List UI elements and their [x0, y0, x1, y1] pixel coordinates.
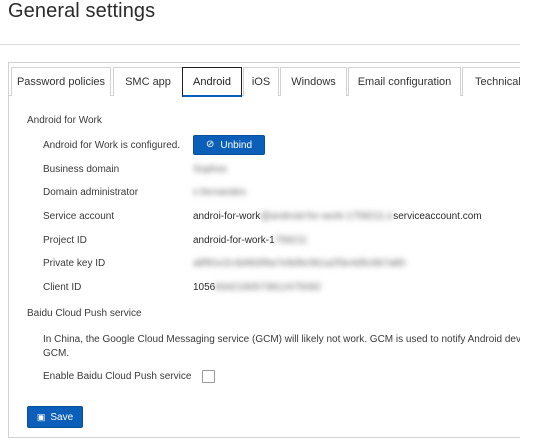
tab-android[interactable]: Android: [182, 67, 242, 97]
tab-label: Password policies: [16, 76, 106, 88]
tab-label: SMC app: [125, 76, 171, 88]
baidu-description-line2: GCM.: [43, 348, 70, 359]
tab-ios[interactable]: iOS: [243, 67, 279, 96]
tab-email-configuration[interactable]: Email configuration: [348, 67, 461, 96]
project-id-label: Project ID: [43, 235, 87, 246]
tab-label: Android: [193, 75, 231, 88]
save-label: Save: [50, 411, 74, 423]
domain-administrator-label: Domain administrator: [43, 187, 139, 198]
project-id-value: android-for-work-1758211: [193, 235, 307, 246]
android-for-work-status: Android for Work is configured.: [43, 140, 181, 151]
enable-baidu-label: Enable Baidu Cloud Push service: [43, 371, 192, 382]
header-divider: [0, 44, 520, 45]
business-domain-value: Sophos: [193, 164, 227, 175]
unbind-button[interactable]: ⊘ Unbind: [193, 135, 265, 155]
business-domain-label: Business domain: [43, 164, 120, 175]
tab-smc-app[interactable]: SMC app: [113, 67, 183, 96]
tab-password-policies[interactable]: Password policies: [11, 67, 111, 96]
client-id-value: 10568342190573812475092: [193, 282, 321, 293]
settings-panel: Password policies SMC app Android iOS Wi…: [8, 62, 520, 438]
floppy-disk-icon: ▣: [36, 411, 46, 422]
android-for-work-section-title: Android for Work: [27, 115, 102, 126]
project-id-start: android-for-work-1: [193, 235, 275, 246]
service-account-label: Service account: [43, 211, 115, 222]
private-key-id-value: a8f91e2c3d4b5f6a7e8d9c0b1a2f3e4d5c6b7a80: [193, 258, 406, 269]
baidu-description: In China, the Google Cloud Messaging ser…: [43, 333, 520, 361]
client-id-start: 1056: [193, 282, 216, 293]
baidu-section-title: Baidu Cloud Push service: [27, 308, 142, 319]
ban-icon: ⊘: [205, 139, 215, 150]
tab-label: iOS: [251, 76, 271, 88]
domain-administrator-value: n.fernandes: [193, 187, 246, 198]
project-id-redacted: 758211: [274, 235, 308, 246]
tab-label: Email configuration: [357, 76, 452, 88]
tab-label: Windows: [291, 76, 336, 88]
client-id-label: Client ID: [43, 282, 82, 293]
service-account-end: serviceaccount.com: [393, 211, 482, 222]
enable-baidu-checkbox[interactable]: [202, 370, 215, 383]
service-account-value: androi-for-work@android-for-work-1758211…: [193, 211, 482, 222]
baidu-description-line1: In China, the Google Cloud Messaging ser…: [43, 334, 520, 345]
tab-windows[interactable]: Windows: [280, 67, 347, 96]
page-title: General settings: [8, 0, 156, 22]
tab-technical[interactable]: Technical: [462, 67, 520, 96]
service-account-redacted: @android-for-work-1758211.iam.g: [260, 211, 393, 222]
tab-bar: Password policies SMC app Android iOS Wi…: [9, 63, 520, 97]
client-id-redacted: 8342190573812475092: [215, 282, 321, 293]
unbind-label: Unbind: [220, 139, 253, 151]
service-account-start: androi-for-work: [193, 211, 261, 222]
private-key-id-label: Private key ID: [43, 258, 106, 269]
tab-label: Technical: [475, 76, 520, 88]
save-button[interactable]: ▣ Save: [27, 406, 83, 428]
